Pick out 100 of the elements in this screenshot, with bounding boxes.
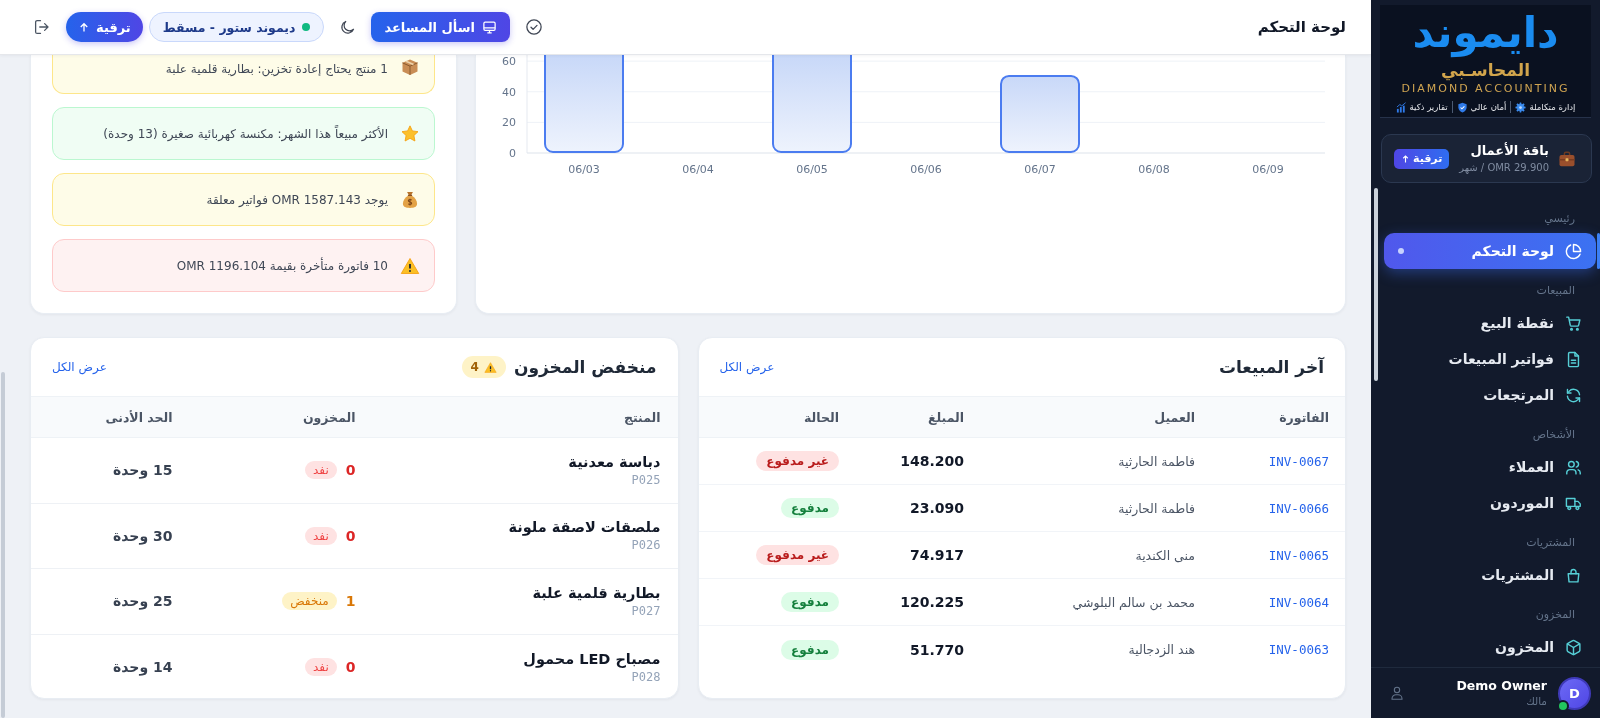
- axis-tick-label: 06/09: [1252, 163, 1284, 176]
- minimum-value: 15 وحدة: [113, 462, 173, 479]
- arrow-up-icon: [1401, 153, 1410, 164]
- column-header: الحالة: [804, 409, 839, 425]
- check-circle-icon[interactable]: [524, 18, 543, 36]
- product-code: P027: [631, 603, 661, 618]
- active-indicator: [1597, 233, 1600, 269]
- box-icon: [400, 57, 420, 77]
- customer-name: فاطمة الحارثية: [1118, 453, 1195, 469]
- refresh-icon: [1565, 386, 1582, 404]
- stock-count: 1: [345, 593, 356, 610]
- axis-tick-label: 06/05: [796, 163, 828, 176]
- axis-tick-label: 20: [502, 116, 516, 130]
- cart-icon: [1565, 314, 1582, 332]
- nav-item[interactable]: لوحة التحكم: [1384, 233, 1596, 269]
- feature-label: أمان عالي: [1470, 101, 1507, 113]
- status-badge: نفد: [305, 461, 337, 480]
- logout-icon[interactable]: [33, 18, 51, 36]
- user-icon[interactable]: [1389, 685, 1405, 701]
- axis-tick-label: 06/06: [910, 163, 942, 176]
- invoice-link[interactable]: INV-0065: [1268, 547, 1329, 563]
- page-title: لوحة التحكم: [1257, 18, 1346, 36]
- customer-name: هند الزدجالية: [1128, 642, 1195, 657]
- invoice-link[interactable]: INV-0067: [1268, 453, 1329, 469]
- warning-icon: [483, 360, 497, 374]
- axis-tick-label: 06/07: [1024, 163, 1056, 176]
- amount-value: 51.770: [909, 641, 964, 658]
- bar-chart-icon: [1395, 101, 1407, 113]
- nav-item[interactable]: فواتير المبيعات: [1384, 341, 1596, 377]
- moon-icon[interactable]: [339, 18, 357, 36]
- invoice-link[interactable]: INV-0064: [1268, 594, 1329, 610]
- status-badge: نفد: [305, 658, 337, 677]
- scrollbar-thumb[interactable]: [1374, 188, 1378, 381]
- column-header: الحد الأدنى: [105, 409, 173, 425]
- axis-tick-label: 60: [502, 55, 516, 69]
- gear-icon: [1515, 101, 1527, 113]
- nav-item[interactable]: نقطة البيع: [1384, 305, 1596, 341]
- document-icon: [1565, 350, 1582, 368]
- user-role: مالك: [1526, 695, 1547, 708]
- feature-label: تقارير ذكية: [1409, 101, 1448, 113]
- alert-text: الأكثر مبيعاً هذا الشهر: مكنسة كهربائية صغيرة (13 وحدة): [103, 125, 388, 142]
- upgrade-button[interactable]: ترقية: [66, 12, 143, 42]
- nav-item[interactable]: الموردون: [1384, 485, 1596, 521]
- section-label: الأشخاص: [1532, 427, 1575, 443]
- nav-item[interactable]: المخزون: [1384, 629, 1596, 665]
- axis-tick-label: 06/08: [1138, 163, 1170, 176]
- column-header: المنتج: [623, 409, 661, 425]
- feature-label: إدارة متكاملة: [1529, 101, 1576, 113]
- amount-value: 23.090: [909, 500, 964, 516]
- arrow-up-icon: [78, 20, 90, 34]
- product-code: P028: [631, 669, 661, 684]
- scrollbar-thumb[interactable]: [1, 372, 5, 718]
- briefcase-icon: [1558, 149, 1576, 168]
- minimum-value: 25 وحدة: [113, 593, 173, 610]
- axis-tick-label: 0: [509, 147, 516, 160]
- shield-icon: [1456, 101, 1468, 113]
- status-badge: منخفض: [282, 592, 337, 611]
- invoice-link[interactable]: INV-0063: [1268, 642, 1329, 657]
- section-label: المخزون: [1535, 607, 1575, 623]
- view-all-link[interactable]: عرض الكل: [719, 360, 775, 374]
- product-name: مصباح LED محمول: [523, 650, 661, 667]
- axis-tick-label: 06/03: [568, 163, 600, 176]
- status-badge: مدفوع: [781, 592, 839, 612]
- product-name: بطارية قلمية علبة: [532, 584, 661, 601]
- nav-item[interactable]: العملاء: [1384, 449, 1596, 485]
- customer-name: محمد بن سالم البلوشي: [1072, 594, 1195, 610]
- logo-subtitle: المحاسـبي: [1441, 59, 1530, 81]
- user-name: Demo Owner: [1456, 678, 1547, 693]
- store-selector[interactable]: ديموند ستور - مسقط: [148, 12, 325, 42]
- stock-count: 0: [345, 462, 356, 479]
- product-name: ملصقات لاصقة ملونة: [508, 519, 661, 536]
- section-label: المبيعات: [1536, 283, 1575, 299]
- dot-icon: [1398, 248, 1404, 254]
- assistant-button[interactable]: اسأل المساعد: [371, 12, 510, 42]
- minimum-value: 30 وحدة: [113, 527, 173, 544]
- plan-price: OMR 29.900 / شهر: [1459, 160, 1549, 175]
- status-badge: غير مدفوع: [756, 451, 839, 471]
- pie-chart-icon: [1565, 242, 1582, 260]
- section-label: رئيسي: [1544, 211, 1575, 227]
- upgrade-button[interactable]: ترقية: [1394, 148, 1450, 169]
- section-label: المشتريات: [1526, 535, 1575, 551]
- nav-item[interactable]: المرتجعات: [1384, 377, 1596, 413]
- column-header: المخزون: [302, 409, 356, 425]
- invoice-link[interactable]: INV-0066: [1268, 500, 1329, 516]
- product-name: دباسة معدنية: [568, 453, 661, 470]
- minimum-value: 14 وحدة: [113, 659, 173, 676]
- nav-item[interactable]: المشتريات: [1384, 557, 1596, 593]
- logo-title: دايموند: [1412, 7, 1559, 59]
- card-title: منخفض المخزون: [513, 357, 657, 377]
- cube-icon: [1565, 638, 1582, 656]
- customer-name: منى الكندية: [1135, 547, 1195, 563]
- avatar[interactable]: D: [1558, 676, 1591, 710]
- alert-text: 10 فاتورة متأخرة بقيمة OMR 1196.104: [176, 257, 388, 274]
- amount-value: 148.200: [900, 453, 964, 469]
- card-title: آخر المبيعات: [1218, 357, 1324, 377]
- customer-name: فاطمة الحارثية: [1118, 500, 1195, 516]
- status-badge: نفد: [305, 526, 337, 545]
- axis-tick-label: 06/04: [682, 163, 714, 176]
- view-all-link[interactable]: عرض الكل: [52, 360, 107, 374]
- amount-value: 74.917: [909, 547, 964, 563]
